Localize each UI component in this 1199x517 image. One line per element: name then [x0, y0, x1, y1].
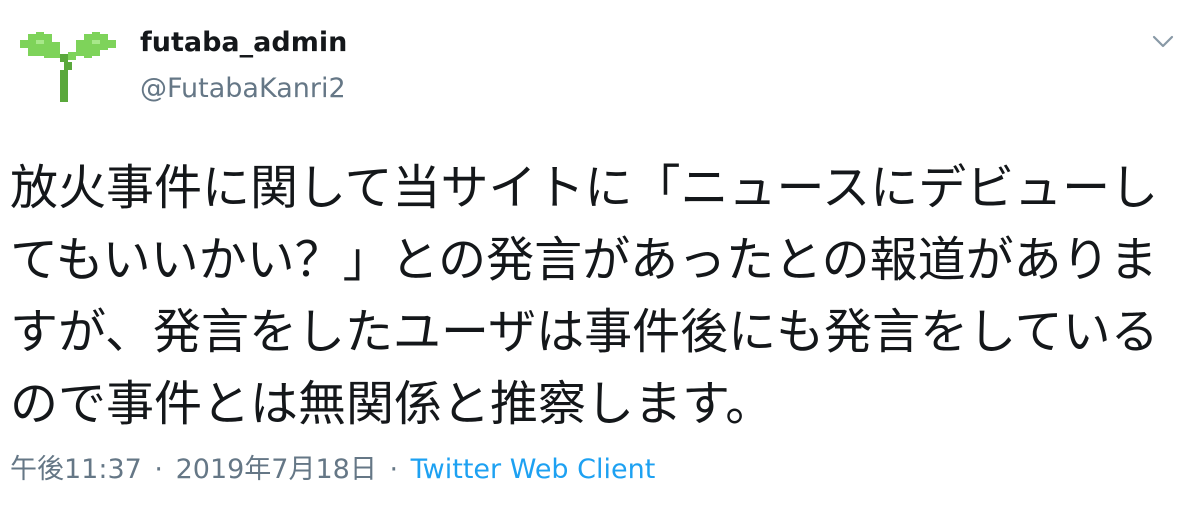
- tweet-date[interactable]: 2019年7月18日: [176, 454, 377, 485]
- chevron-down-icon: [1152, 35, 1174, 48]
- tweet-text: 放火事件に関して当サイトに「ニュースにデビューしてもいいかい？」との発言があった…: [10, 160, 1159, 432]
- tweet-source-link[interactable]: Twitter Web Client: [411, 454, 656, 485]
- meta-separator: ·: [154, 454, 163, 485]
- tweet-card: futaba_admin @FutabaKanri2 放火事件に関して当サイトに…: [0, 0, 1199, 517]
- tweet-meta: 午後11:37 · 2019年7月18日 · Twitter Web Clien…: [10, 452, 655, 488]
- meta-separator: ·: [389, 454, 399, 485]
- display-name[interactable]: futaba_admin: [140, 26, 347, 60]
- sprout-icon: [20, 32, 116, 102]
- avatar[interactable]: [20, 26, 116, 106]
- user-handle[interactable]: @FutabaKanri2: [140, 72, 346, 106]
- tweet-menu-button[interactable]: [1150, 28, 1176, 54]
- tweet-timestamp[interactable]: 午後11:37: [10, 454, 142, 485]
